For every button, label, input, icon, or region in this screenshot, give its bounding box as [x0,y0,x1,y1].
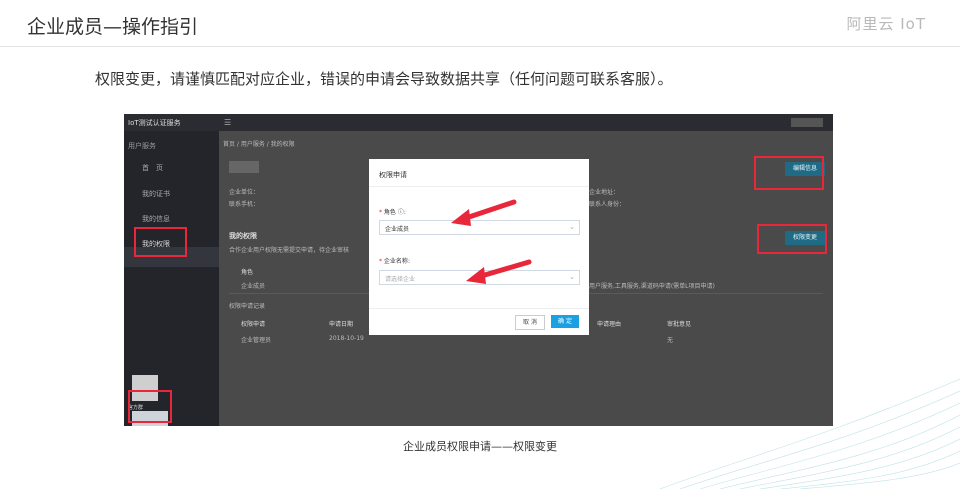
header-divider [0,46,960,47]
company-select-placeholder: 请选择企业 [385,276,416,283]
console-sidebar: 用户服务 首 页 我的证书 我的信息 我的权限 官方群 客服 [124,131,219,426]
services-text: 用户服务,工具服务,渠道码申请(需单L项目申请) [589,283,715,290]
chevron-down-icon: ⌄ [569,273,575,281]
contact-label: 联系人身份： [589,201,626,208]
permission-dialog: 权限申请 * 角色 ⓘ: 企业成员 ⌄ * 企业名称: 请选择企业 ⌄ 取 消 … [369,159,589,335]
cancel-button[interactable]: 取 消 [515,315,545,330]
dialog-footer-divider [369,308,589,309]
breadcrumb: 首页 / 用户服务 / 我的权限 [223,141,295,148]
sidebar-section-user-service[interactable]: 用户服务 [128,141,156,151]
company-logo-block [229,161,259,173]
record-title: 权限申请记录 [229,303,266,310]
address-label: 企业地址： [589,189,620,196]
console-topbar: IoT测试认证服务 ☰ [124,114,833,131]
role-select-value: 企业成员 [385,226,410,233]
role-field-label: * 角色 ⓘ: [379,209,406,216]
console-brand: IoT测试认证服务 [128,119,181,127]
sidebar-item-info[interactable]: 我的信息 [142,214,170,224]
arrow-to-role-icon [451,199,517,226]
phone-label: 联系手机： [229,201,260,208]
user-avatar[interactable] [791,118,823,127]
record-cell-3: 无 [667,337,674,344]
record-col-2: 申请日期 [329,321,354,328]
company-field-label: * 企业名称: [379,258,410,265]
record-cell-1: 企业管理员 [241,337,272,344]
confirm-button[interactable]: 确 定 [551,315,579,328]
role-value: 企业成员 [241,283,266,290]
slide-title: 企业成员—操作指引 [27,16,199,38]
company-label: 企业单位： [229,189,260,196]
record-col-1: 权限申请 [241,321,266,328]
highlight-permission-change [757,224,827,254]
menu-icon[interactable]: ☰ [224,118,231,127]
highlight-permissions-menu [134,227,187,257]
sidebar-item-certificates[interactable]: 我的证书 [142,189,170,199]
highlight-edit-info [754,156,824,190]
record-cell-2: 2018-10-19 [329,335,364,342]
chevron-down-icon: ⌄ [569,223,575,231]
highlight-customer-service [128,390,172,423]
permission-hint: 合作企业用户权限无需提交申请，待企业审核 [229,247,350,254]
aliyun-iot-logo: 阿里云 IoT [846,15,926,33]
dialog-divider [369,186,589,187]
instruction-text: 权限变更，请谨慎匹配对应企业，错误的申请会导致数据共享（任何问题可联系客服）。 [95,70,673,88]
arrow-to-company-icon [466,259,532,284]
record-col-3: 申请理由 [597,321,622,328]
sidebar-item-home[interactable]: 首 页 [142,163,163,173]
decorative-wave [660,378,960,489]
role-header: 角色 [241,269,254,276]
dialog-title: 权限申请 [379,171,407,179]
my-permissions-title: 我的权限 [229,232,257,240]
record-col-4: 审批意见 [667,321,692,328]
